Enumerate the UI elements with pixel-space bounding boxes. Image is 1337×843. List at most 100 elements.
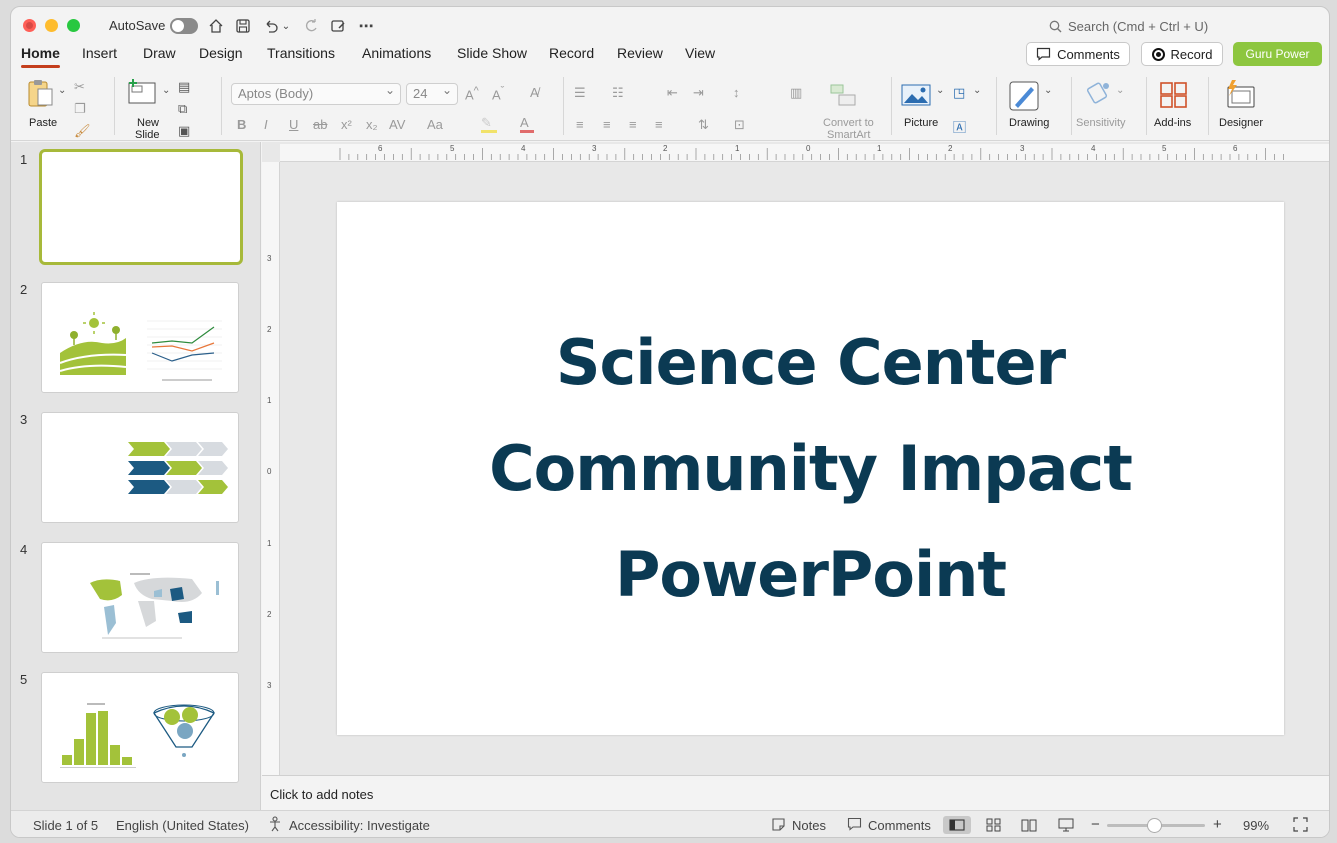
- italic-icon[interactable]: I: [264, 117, 268, 132]
- shapes-dropdown-icon[interactable]: ⌄: [973, 85, 981, 96]
- bold-icon[interactable]: B: [237, 117, 246, 132]
- new-slide-button[interactable]: [127, 77, 159, 110]
- slide-thumbnail-3[interactable]: [41, 412, 239, 523]
- underline-icon[interactable]: U: [289, 117, 298, 132]
- text-direction-icon[interactable]: ⇅: [698, 117, 709, 133]
- zoom-out-button[interactable]: −: [1091, 816, 1100, 833]
- subscript-icon[interactable]: x₂: [366, 117, 378, 132]
- char-spacing-icon[interactable]: AV: [389, 117, 405, 132]
- notes-pane[interactable]: Click to add notes: [262, 775, 1329, 810]
- notes-toggle[interactable]: Notes: [792, 818, 826, 833]
- more-icon[interactable]: ⋯: [356, 16, 376, 36]
- increase-font-icon[interactable]: A^: [465, 85, 479, 102]
- present-icon[interactable]: [328, 16, 348, 36]
- close-window-button[interactable]: [23, 19, 36, 32]
- comments-status-icon[interactable]: [847, 817, 862, 834]
- numbering-icon[interactable]: ☷: [612, 85, 624, 101]
- search-box[interactable]: Search (Cmd + Ctrl + U): [1049, 19, 1208, 34]
- tab-home[interactable]: Home: [21, 45, 60, 68]
- picture-button[interactable]: [901, 83, 931, 110]
- align-text-icon[interactable]: ⊡: [734, 117, 745, 133]
- slideshow-view-button[interactable]: [1052, 816, 1080, 834]
- format-painter-icon[interactable]: 🖌: [74, 123, 91, 139]
- redo-icon[interactable]: [301, 16, 321, 36]
- columns-icon[interactable]: ▥: [790, 85, 802, 101]
- tab-review[interactable]: Review: [617, 45, 663, 61]
- justify-icon[interactable]: ≡: [655, 117, 663, 132]
- tab-insert[interactable]: Insert: [82, 45, 117, 61]
- slide-editor[interactable]: 6 5 4 3 2 1 0 1 2 3 4 5 6 3 2 1 0 1 2 3 …: [262, 142, 1329, 775]
- undo-dropdown-icon[interactable]: ⌄: [281, 16, 291, 36]
- copy-icon[interactable]: ❐: [74, 101, 86, 117]
- align-right-icon[interactable]: ≡: [629, 117, 637, 132]
- zoom-slider-handle[interactable]: [1147, 818, 1162, 833]
- decrease-font-icon[interactable]: Aˇ: [492, 85, 504, 102]
- zoom-in-button[interactable]: +: [1213, 816, 1222, 833]
- slide-thumbnail-2[interactable]: [41, 282, 239, 393]
- line-spacing-icon[interactable]: ↕: [733, 85, 740, 100]
- font-size-combo[interactable]: 24: [406, 83, 458, 105]
- drawing-button[interactable]: [1009, 81, 1039, 114]
- autosave-toggle[interactable]: [170, 18, 198, 34]
- reading-view-button[interactable]: [1015, 816, 1043, 834]
- highlight-icon[interactable]: ✎: [481, 115, 497, 133]
- guru-power-button[interactable]: Guru Power: [1233, 42, 1322, 66]
- slide-thumbnail-4[interactable]: [41, 542, 239, 653]
- normal-view-button[interactable]: [943, 816, 971, 834]
- new-slide-dropdown-icon[interactable]: ⌄: [162, 85, 170, 96]
- decrease-indent-icon[interactable]: ⇤: [667, 85, 678, 101]
- slide-thumbnails-panel[interactable]: 1 2 3 4 5: [11, 142, 261, 810]
- maximize-window-button[interactable]: [67, 19, 80, 32]
- strikethrough-icon[interactable]: ab: [313, 117, 327, 132]
- font-color-icon[interactable]: A: [520, 115, 534, 133]
- cut-icon[interactable]: ✂: [74, 79, 85, 95]
- current-slide[interactable]: Science Center Community Impact PowerPoi…: [337, 202, 1284, 735]
- undo-icon[interactable]: [261, 16, 281, 36]
- paste-button[interactable]: [25, 77, 57, 112]
- notes-icon[interactable]: [771, 817, 786, 835]
- save-icon[interactable]: [233, 16, 253, 36]
- tab-transitions[interactable]: Transitions: [267, 45, 335, 61]
- accessibility-status[interactable]: Accessibility: Investigate: [289, 818, 430, 833]
- superscript-icon[interactable]: x²: [341, 117, 352, 132]
- bullets-icon[interactable]: ☰: [574, 85, 586, 101]
- align-center-icon[interactable]: ≡: [603, 117, 611, 132]
- shapes-icon[interactable]: ◳: [953, 85, 965, 101]
- picture-dropdown-icon[interactable]: ⌄: [936, 85, 944, 96]
- tab-design[interactable]: Design: [199, 45, 243, 61]
- change-case-icon[interactable]: Aa: [427, 117, 443, 132]
- section-icon[interactable]: ▣: [178, 123, 190, 139]
- textbox-icon[interactable]: 🄰: [953, 117, 966, 136]
- sensitivity-button[interactable]: [1086, 79, 1114, 110]
- align-left-icon[interactable]: ≡: [576, 117, 584, 132]
- tab-view[interactable]: View: [685, 45, 715, 61]
- fit-to-window-icon[interactable]: [1293, 817, 1308, 835]
- slide-title[interactable]: Science Center Community Impact PowerPoi…: [489, 310, 1133, 628]
- comments-toggle[interactable]: Comments: [868, 818, 931, 833]
- language-status[interactable]: English (United States): [116, 818, 249, 833]
- designer-button[interactable]: [1224, 79, 1256, 112]
- slide-sorter-button[interactable]: [980, 816, 1008, 834]
- slide-thumbnail-5[interactable]: [41, 672, 239, 783]
- layout-icon[interactable]: ▤: [178, 79, 190, 95]
- clear-format-icon[interactable]: A̸: [530, 85, 539, 100]
- comments-button[interactable]: Comments: [1026, 42, 1130, 66]
- increase-indent-icon[interactable]: ⇥: [693, 85, 704, 101]
- zoom-level[interactable]: 99%: [1243, 818, 1269, 833]
- accessibility-icon[interactable]: [269, 816, 283, 835]
- addins-button[interactable]: [1159, 81, 1189, 112]
- sensitivity-dropdown-icon[interactable]: ⌄: [1116, 85, 1124, 96]
- slide-thumbnail-1[interactable]: [39, 149, 243, 265]
- tab-draw[interactable]: Draw: [143, 45, 176, 61]
- paste-dropdown-icon[interactable]: ⌄: [58, 85, 66, 96]
- font-name-combo[interactable]: Aptos (Body): [231, 83, 401, 105]
- tab-animations[interactable]: Animations: [362, 45, 431, 61]
- record-button[interactable]: Record: [1141, 42, 1223, 66]
- tab-slide-show[interactable]: Slide Show: [457, 45, 527, 61]
- convert-smartart-button[interactable]: [829, 83, 859, 110]
- home-icon[interactable]: [206, 16, 226, 36]
- drawing-dropdown-icon[interactable]: ⌄: [1044, 85, 1052, 96]
- minimize-window-button[interactable]: [45, 19, 58, 32]
- reset-icon[interactable]: ⧉: [178, 101, 187, 117]
- tab-record[interactable]: Record: [549, 45, 594, 61]
